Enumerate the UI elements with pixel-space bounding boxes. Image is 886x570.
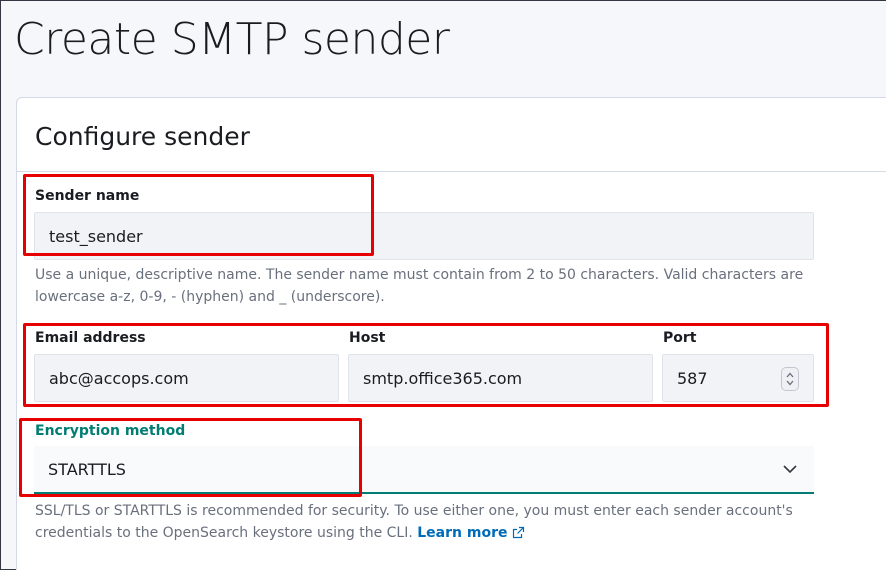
learn-more-text: Learn more	[417, 525, 508, 541]
email-host-port-highlight-box	[23, 323, 829, 407]
sender-name-help-line1: Use a unique, descriptive name. The send…	[35, 267, 804, 283]
encryption-help-line2: credentials to the OpenSearch keystore u…	[35, 522, 793, 544]
sender-name-highlight-box	[23, 174, 374, 256]
chevron-down-icon	[783, 465, 797, 474]
panel-divider	[17, 171, 886, 172]
panel-title: Configure sender	[35, 122, 250, 151]
encryption-help: SSL/TLS or STARTTLS is recommended for s…	[35, 500, 793, 544]
page-title: Create SMTP sender	[14, 14, 450, 65]
encryption-help-line1: SSL/TLS or STARTTLS is recommended for s…	[35, 503, 793, 519]
sender-name-help: Use a unique, descriptive name. The send…	[35, 264, 803, 308]
encryption-help-line2-text: credentials to the OpenSearch keystore u…	[35, 525, 413, 541]
encryption-highlight-box	[19, 418, 362, 497]
sender-name-help-line2: lowercase a-z, 0-9, - (hyphen) and _ (un…	[35, 289, 385, 305]
learn-more-link[interactable]: Learn more	[417, 525, 525, 541]
external-link-icon	[513, 526, 525, 539]
